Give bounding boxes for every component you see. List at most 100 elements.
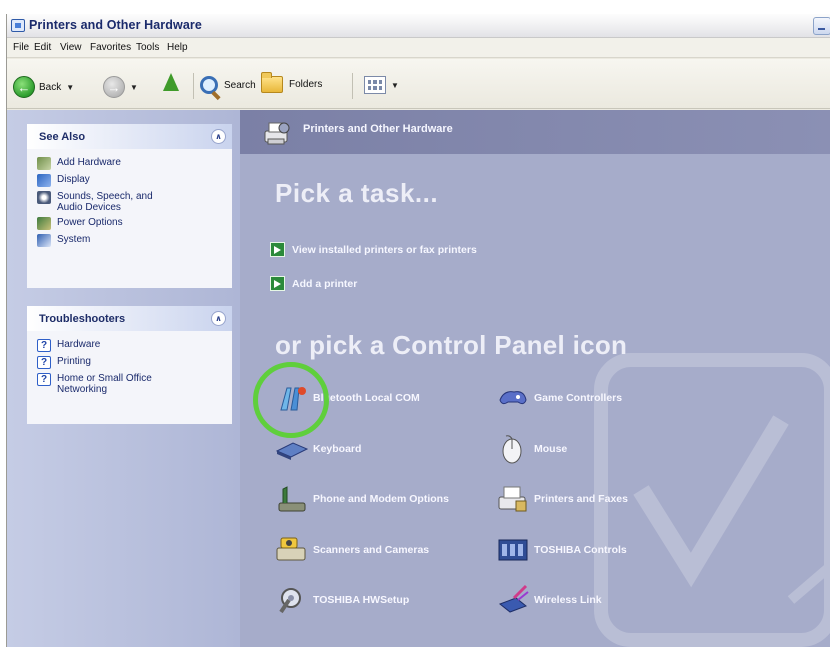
forward-dropdown-icon[interactable]: ▼ xyxy=(130,83,138,92)
toolbar: ← Back ▼ → ▼ Search Folders ▼ xyxy=(7,59,830,109)
collapse-chevron-icon[interactable]: ∧ xyxy=(211,311,226,326)
cp-label: Keyboard xyxy=(313,443,362,455)
title-bar: Printers and Other Hardware xyxy=(7,14,830,38)
help-icon: ? xyxy=(37,339,51,352)
sidebar-item-label: Printing xyxy=(57,356,91,367)
forward-button[interactable]: → ▼ xyxy=(103,76,138,98)
wireless-link-icon xyxy=(499,584,529,613)
cp-label: Game Controllers xyxy=(534,392,623,404)
add-hardware-icon xyxy=(37,157,51,170)
category-header: Printers and Other Hardware xyxy=(240,110,830,154)
left-task-pane: See Also ∧ Add Hardware Display Sounds, … xyxy=(7,110,240,647)
task-arrow-icon xyxy=(270,242,285,257)
content-pane: Printers and Other Hardware Pick a task.… xyxy=(240,110,830,647)
cp-phone-modem-options[interactable]: Phone and Modem Options xyxy=(275,483,449,515)
toshiba-controls-icon xyxy=(498,539,528,561)
cp-label: Mouse xyxy=(534,443,568,455)
phone-modem-icon xyxy=(278,486,306,512)
sidebar-item-display[interactable]: Display xyxy=(37,174,232,187)
search-button[interactable]: Search xyxy=(200,76,256,94)
cp-toshiba-controls[interactable]: TOSHIBA Controls xyxy=(496,534,627,566)
folders-label: Folders xyxy=(289,79,323,90)
cp-mouse[interactable]: Mouse xyxy=(496,433,567,465)
back-button[interactable]: ← Back ▼ xyxy=(13,76,74,98)
troubleshooters-title: Troubleshooters xyxy=(39,313,126,325)
scanner-camera-icon xyxy=(276,537,306,561)
window-title: Printers and Other Hardware xyxy=(29,18,202,32)
back-arrow-icon: ← xyxy=(13,76,35,98)
up-folder-button[interactable] xyxy=(163,73,179,91)
sidebar-item-label: System xyxy=(57,234,91,245)
see-also-header[interactable]: See Also ∧ xyxy=(27,124,232,149)
menu-tools[interactable]: Tools xyxy=(136,42,159,53)
see-also-panel: See Also ∧ Add Hardware Display Sounds, … xyxy=(27,124,232,288)
menu-view[interactable]: View xyxy=(60,42,82,53)
minimize-button[interactable] xyxy=(813,17,830,35)
category-title: Printers and Other Hardware xyxy=(303,123,453,135)
menu-edit[interactable]: Edit xyxy=(34,42,51,53)
cp-label: TOSHIBA HWSetup xyxy=(313,594,410,606)
printer-fax-icon xyxy=(498,486,527,512)
sidebar-item-hardware[interactable]: ? Hardware xyxy=(37,339,232,352)
sidebar-item-label: Display xyxy=(57,174,90,185)
sidebar-item-printing[interactable]: ? Printing xyxy=(37,356,232,369)
menu-favorites[interactable]: Favorites xyxy=(90,42,131,53)
task-label: Add a printer xyxy=(292,277,358,290)
toolbar-separator xyxy=(193,73,194,99)
search-label: Search xyxy=(224,79,256,91)
up-arrow-icon xyxy=(163,73,179,91)
sidebar-item-add-hardware[interactable]: Add Hardware xyxy=(37,157,232,170)
cp-label: Bluetooth Local COM xyxy=(313,392,420,404)
views-button[interactable]: ▼ xyxy=(364,76,399,94)
cp-label: Scanners and Cameras xyxy=(313,544,430,556)
cp-toshiba-hwsetup[interactable]: TOSHIBA HWSetup xyxy=(275,584,409,616)
see-also-title: See Also xyxy=(39,131,86,143)
toolbar-separator xyxy=(352,73,353,99)
sidebar-item-label: Sounds, Speech, and Audio Devices xyxy=(57,191,153,213)
folders-icon xyxy=(261,72,283,93)
sidebar-item-sounds[interactable]: Sounds, Speech, and Audio Devices xyxy=(37,191,232,213)
folders-button[interactable]: Folders xyxy=(261,72,323,93)
toshiba-hwsetup-icon xyxy=(279,588,301,614)
troubleshooters-header[interactable]: Troubleshooters ∧ xyxy=(27,306,232,331)
sidebar-item-networking[interactable]: ? Home or Small Office Networking xyxy=(37,373,232,395)
sidebar-item-label: Hardware xyxy=(57,339,101,350)
explorer-window: Printers and Other Hardware File Edit Vi… xyxy=(6,14,830,647)
cp-label: Phone and Modem Options xyxy=(313,493,449,505)
system-icon xyxy=(37,234,51,247)
sound-icon xyxy=(37,191,51,204)
folder-window-icon xyxy=(11,19,25,32)
printer-hardware-icon xyxy=(264,122,290,145)
collapse-chevron-icon[interactable]: ∧ xyxy=(211,129,226,144)
menu-file[interactable]: File xyxy=(13,42,29,53)
cp-wireless-link[interactable]: Wireless Link xyxy=(496,584,602,616)
cp-label: TOSHIBA Controls xyxy=(534,544,627,556)
sidebar-item-label: Home or Small Office Networking xyxy=(57,373,152,395)
task-add-printer[interactable]: Add a printer xyxy=(270,276,357,291)
cp-label: Wireless Link xyxy=(534,594,602,606)
task-arrow-icon xyxy=(270,276,285,291)
sidebar-item-system[interactable]: System xyxy=(37,234,232,247)
menu-help[interactable]: Help xyxy=(167,42,188,53)
pick-task-heading: Pick a task... xyxy=(275,178,439,208)
task-view-printers[interactable]: View installed printers or fax printers xyxy=(270,242,477,257)
cp-game-controllers[interactable]: Game Controllers xyxy=(496,382,622,414)
mouse-icon xyxy=(502,435,522,464)
cp-scanners-cameras[interactable]: Scanners and Cameras xyxy=(275,534,429,566)
back-label: Back xyxy=(39,81,62,93)
sidebar-item-power-options[interactable]: Power Options xyxy=(37,217,232,230)
highlight-ring xyxy=(253,362,329,438)
pick-icon-heading: or pick a Control Panel icon xyxy=(275,330,628,360)
cp-printers-faxes[interactable]: Printers and Faxes xyxy=(496,483,628,515)
help-icon: ? xyxy=(37,356,51,369)
task-label: View installed printers or fax printers xyxy=(292,243,477,256)
display-icon xyxy=(37,174,51,187)
views-dropdown-icon[interactable]: ▼ xyxy=(391,81,399,90)
troubleshooters-panel: Troubleshooters ∧ ? Hardware ? Printing … xyxy=(27,306,232,424)
search-icon xyxy=(200,76,218,94)
cp-label: Printers and Faxes xyxy=(534,493,628,505)
back-dropdown-icon[interactable]: ▼ xyxy=(66,83,74,92)
power-icon xyxy=(37,217,51,230)
views-icon xyxy=(364,76,386,94)
game-controller-icon xyxy=(499,391,527,405)
